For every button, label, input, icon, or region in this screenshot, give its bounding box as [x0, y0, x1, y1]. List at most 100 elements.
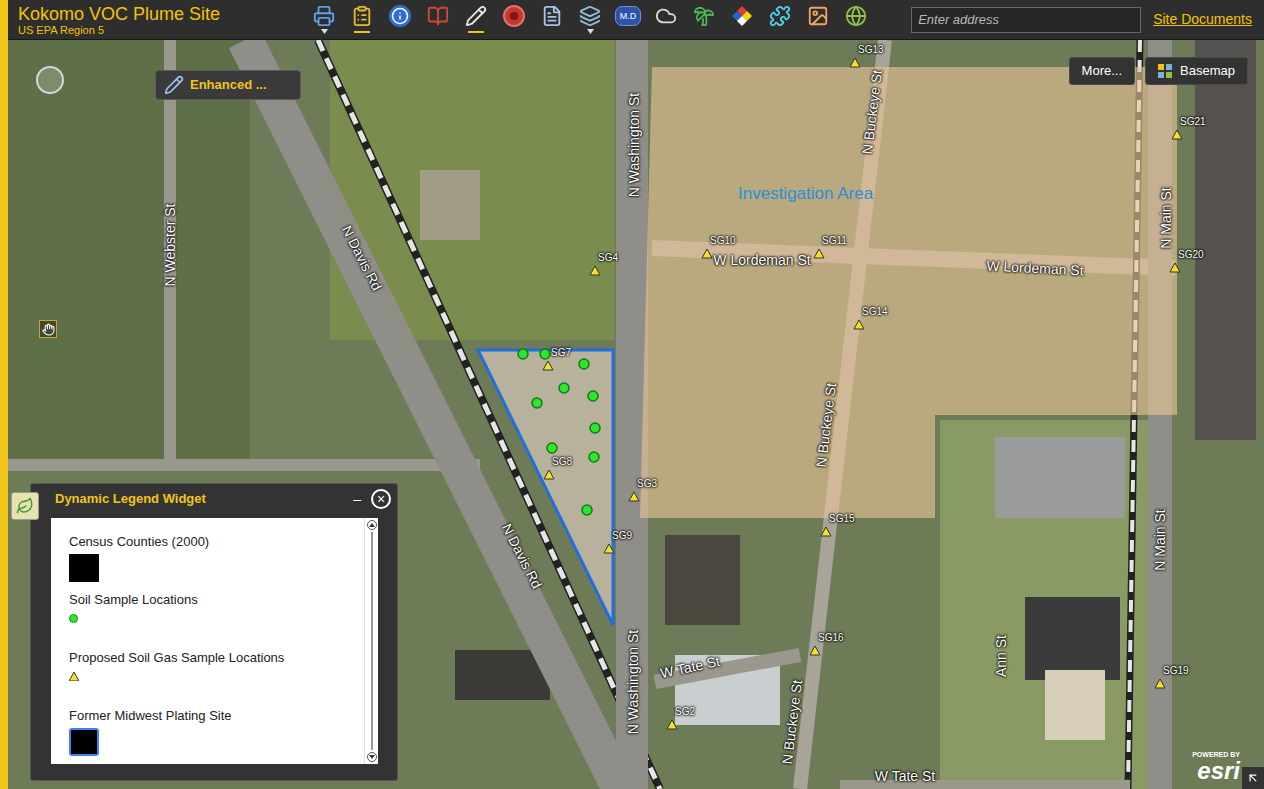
area-label: Investigation Area	[738, 181, 873, 207]
street-label: N Washington St	[626, 93, 642, 198]
toolbar-button[interactable]	[837, 0, 875, 40]
soil-sample-point[interactable]	[547, 443, 557, 453]
active-underline	[354, 31, 370, 33]
soil-gas-marker[interactable]	[854, 320, 864, 329]
street-label: N Main St	[1158, 187, 1174, 248]
soil-gas-label: SG2	[675, 706, 695, 717]
soil-gas-marker[interactable]	[604, 544, 614, 553]
pan-control[interactable]	[36, 66, 64, 94]
app-subtitle: US EPA Region 5	[18, 24, 305, 36]
toolbar-button[interactable]	[533, 0, 571, 40]
street-label: W Lordeman St	[713, 252, 810, 268]
legend-scrollbar[interactable]	[364, 518, 378, 764]
soil-gas-marker[interactable]	[1155, 679, 1165, 688]
palm-tree-icon	[693, 5, 715, 27]
esri-attribution: POWERED BYesri	[1192, 751, 1240, 783]
layers-icon	[579, 5, 601, 27]
legend-item: Soil Sample Locations	[69, 592, 364, 642]
document-icon	[541, 5, 563, 27]
soil-gas-marker[interactable]	[667, 720, 677, 729]
scroll-up-icon	[369, 523, 375, 527]
legend-body: Census Counties (2000) Soil Sample Locati…	[51, 518, 378, 764]
map-view[interactable]: Investigation AreaN Webster StN Davis Rd…	[8, 40, 1264, 789]
soil-gas-marker[interactable]	[814, 249, 824, 258]
toolbar-button[interactable]	[419, 0, 457, 40]
midwest-plating-site[interactable]	[478, 350, 613, 625]
toolbar-button[interactable]	[647, 0, 685, 40]
legend-item: Census Counties (2000)	[69, 534, 364, 584]
street-label: N Washington St	[625, 630, 641, 735]
legend-toggle[interactable]	[11, 492, 39, 520]
map-button[interactable]: More...	[1069, 57, 1135, 85]
left-edge-strip	[0, 0, 8, 789]
soil-gas-marker[interactable]	[544, 470, 554, 479]
soil-sample-point[interactable]	[579, 359, 589, 369]
soil-gas-label: SG19	[1163, 665, 1189, 676]
minimize-button[interactable]: –	[353, 492, 361, 506]
street-label: W Tate St	[875, 768, 935, 784]
close-button[interactable]: ×	[371, 489, 391, 509]
soil-gas-label: SG4	[598, 252, 618, 263]
map-buttons: More... Basemap	[1069, 57, 1248, 85]
soil-gas-label: SG20	[1178, 249, 1204, 260]
arrow-up-left-icon	[1246, 771, 1260, 785]
soil-sample-point[interactable]	[588, 391, 598, 401]
toolbar-button[interactable]	[343, 0, 381, 40]
chart-icon	[807, 5, 829, 27]
soil-sample-point[interactable]	[540, 349, 550, 359]
soil-gas-marker[interactable]	[1172, 130, 1182, 139]
map-button[interactable]: Basemap	[1145, 57, 1248, 85]
soil-sample-point[interactable]	[559, 383, 569, 393]
toolbar-button[interactable]	[571, 0, 609, 40]
investigation-area[interactable]	[640, 67, 1177, 518]
legend-triangle-icon	[69, 672, 79, 681]
toolbar-button[interactable]	[381, 0, 419, 40]
toolbar-button[interactable]	[495, 0, 533, 40]
soil-gas-marker[interactable]	[702, 249, 712, 258]
app-title-block: Kokomo VOC Plume SiteUS EPA Region 5	[8, 4, 305, 36]
toolbar: M.D	[305, 0, 875, 40]
site-documents-link[interactable]: Site Documents	[1153, 9, 1252, 30]
soil-gas-label: SG11	[822, 235, 847, 246]
address-search[interactable]	[911, 7, 1141, 33]
soil-gas-marker[interactable]	[629, 492, 639, 501]
soil-gas-marker[interactable]	[543, 361, 553, 370]
soil-gas-marker[interactable]	[1170, 263, 1180, 272]
cloud-icon	[655, 5, 677, 27]
puzzle-icon	[769, 5, 791, 27]
soil-sample-point[interactable]	[590, 423, 600, 433]
toolbar-button[interactable]: M.D	[609, 0, 647, 40]
soil-gas-label: SG3	[637, 478, 657, 489]
toolbar-button[interactable]	[799, 0, 837, 40]
toolbar-button[interactable]	[685, 0, 723, 40]
soil-sample-point[interactable]	[589, 452, 599, 462]
expand-button[interactable]	[1242, 767, 1264, 789]
legend-item: Proposed Soil Gas Sample Locations	[69, 650, 364, 700]
legend-item: Former Midwest Plating Site	[69, 708, 364, 758]
pencil-icon	[465, 5, 487, 27]
toolbar-button[interactable]	[723, 0, 761, 40]
toolbar-button[interactable]	[761, 0, 799, 40]
legend-swatch	[69, 728, 99, 756]
legend-widget[interactable]: Dynamic Legend Widget–×Census Counties (…	[30, 483, 398, 781]
soil-sample-point[interactable]	[532, 398, 542, 408]
legend-dot	[69, 614, 78, 623]
soil-gas-marker[interactable]	[590, 266, 600, 275]
hand-tool[interactable]	[39, 320, 57, 338]
active-underline	[468, 31, 484, 33]
toolbar-button[interactable]	[305, 0, 343, 40]
dropdown-caret-icon	[321, 29, 328, 34]
soil-gas-marker[interactable]	[810, 646, 820, 655]
soil-sample-point[interactable]	[582, 505, 592, 515]
md-badge: M.D	[615, 6, 641, 26]
soil-gas-label: SG15	[829, 513, 855, 524]
toolbar-button[interactable]	[457, 0, 495, 40]
soil-gas-marker[interactable]	[850, 58, 860, 67]
hand-icon	[42, 323, 55, 336]
soil-sample-point[interactable]	[518, 349, 528, 359]
app: Kokomo VOC Plume SiteUS EPA Region 5 M.D S…	[0, 0, 1264, 789]
enhanced-edit-button[interactable]: Enhanced ...	[155, 70, 301, 100]
soil-gas-marker[interactable]	[821, 527, 831, 536]
printer-icon	[313, 5, 335, 27]
basemap-grid-icon	[1158, 64, 1172, 78]
